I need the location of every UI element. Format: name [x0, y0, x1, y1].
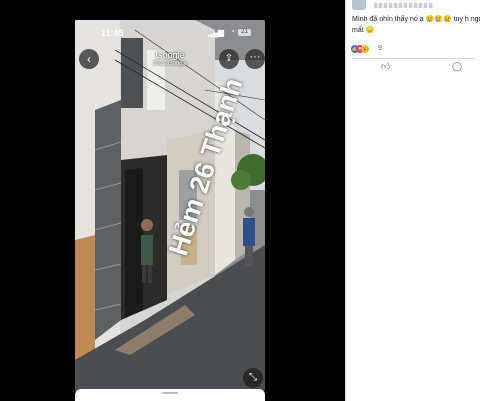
- wow-reaction-icon: 😮: [361, 45, 369, 53]
- bottom-sheet[interactable]: [75, 389, 265, 401]
- avatar[interactable]: [352, 0, 366, 10]
- author-name-blurred[interactable]: [374, 3, 434, 8]
- signal-icon: ▂▄▆: [208, 28, 224, 37]
- comment-text-line2: mất 😞: [352, 27, 375, 34]
- status-bar: 11:45 ▂▄▆ ◔ 21: [75, 20, 265, 44]
- thumbs-up-icon: 👍︎: [381, 61, 391, 71]
- reaction-count[interactable]: 9: [378, 45, 382, 52]
- comment-icon: ◯: [452, 61, 463, 71]
- wifi-icon: ◔: [230, 27, 235, 36]
- share-icon: ⇪: [224, 53, 234, 64]
- comment-text-line1: Mình đã nhìn thấy nó ạ 😢😢😢 tuy h ngoại: [352, 16, 480, 23]
- collapse-button[interactable]: ⤡: [243, 368, 263, 388]
- more-button[interactable]: ···: [245, 49, 265, 69]
- battery-icon: 21: [238, 29, 251, 36]
- like-button[interactable]: 👍︎: [381, 61, 390, 72]
- collapse-icon: ⤡: [249, 372, 257, 383]
- comments-panel: Mình đã nhìn thấy nó ạ 😢😢😢 tuy h ngoại m…: [345, 0, 480, 401]
- divider: [352, 58, 475, 59]
- status-time: 11:45: [101, 28, 124, 38]
- comment-button[interactable]: ◯: [452, 61, 462, 72]
- media-viewer: 11:45 ▂▄▆ ◔ 21 ‹ Google 2022 Google ⇪ ··…: [0, 0, 345, 401]
- street-scene: [75, 20, 265, 391]
- street-view-screenshot[interactable]: 11:45 ▂▄▆ ◔ 21 ‹ Google 2022 Google ⇪ ··…: [75, 20, 265, 391]
- sheet-handle[interactable]: [162, 392, 178, 394]
- share-button[interactable]: ⇪: [219, 49, 239, 69]
- more-icon: ···: [249, 51, 261, 63]
